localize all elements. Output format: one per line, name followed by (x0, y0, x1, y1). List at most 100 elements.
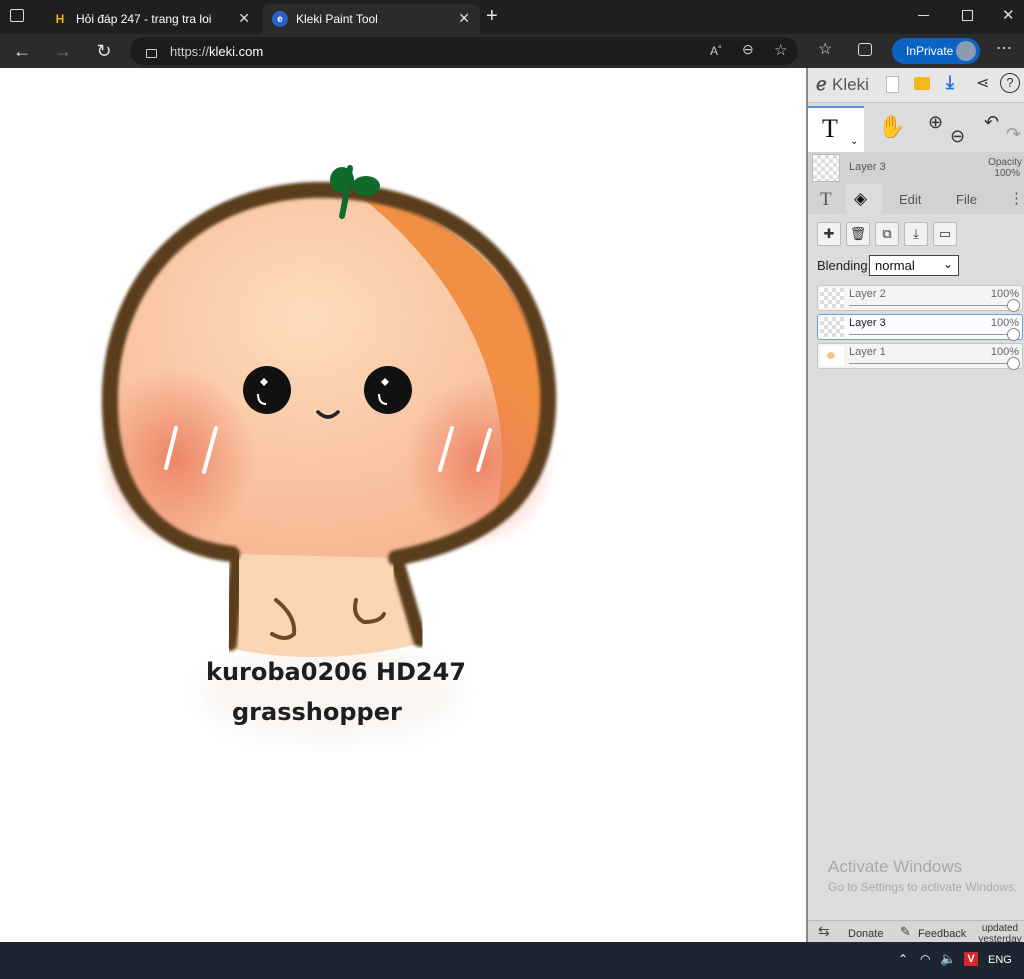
canvas-caption-line1: kuroba0206 HD247 (206, 658, 467, 686)
favorite-add-icon[interactable]: ☆ (774, 41, 787, 59)
kleki-header: ℯ Kleki ⤓ ⋖ ? (808, 68, 1024, 103)
tab-edit[interactable]: Edit (899, 192, 921, 207)
undo-icon[interactable]: ↶ (984, 112, 999, 133)
close-icon[interactable]: ✕ (458, 10, 470, 27)
share-icon[interactable]: ⋖ (976, 73, 989, 93)
forward-icon[interactable]: → (49, 35, 77, 67)
url-field[interactable]: https://kleki.com Aᵃ ⊖ ☆ (130, 37, 798, 65)
layer-item-layer-2[interactable]: Layer 2 100% (817, 285, 1023, 312)
tab-hoidap[interactable]: H Hỏi đáp 247 - trang tra loi ✕ (42, 4, 260, 34)
layers-icon: ◈ (854, 189, 868, 208)
open-folder-icon[interactable] (914, 77, 930, 90)
swap-side-icon[interactable]: ⇆ (818, 923, 830, 940)
layer-thumbnail (820, 317, 844, 337)
zoom-out-icon[interactable]: ⊖ (950, 126, 965, 147)
tab-title: Kleki Paint Tool (296, 12, 378, 26)
layer-name: Layer 2 (849, 288, 886, 300)
activate-windows-title: Activate Windows (828, 857, 963, 876)
inprivate-label: InPrivate (906, 44, 954, 58)
volume-icon[interactable]: 🔈 (940, 951, 956, 967)
chevron-down-icon[interactable]: ⌄ (850, 136, 858, 147)
panel-tabs: T ◈ Edit File ⋮ (808, 184, 1024, 214)
kleki-favicon: e (272, 11, 288, 27)
avatar (956, 41, 976, 61)
blending-value: normal (875, 258, 915, 273)
new-image-icon[interactable] (886, 76, 899, 93)
opacity-value: 100% (994, 168, 1020, 179)
text-tool-icon: T (822, 114, 838, 143)
tab-bar: H Hỏi đáp 247 - trang tra loi ✕ e Kleki … (0, 0, 1024, 34)
refresh-icon[interactable]: ↻ (90, 35, 118, 67)
close-window-icon[interactable]: ✕ (1002, 6, 1015, 24)
layer-item-layer-1[interactable]: Layer 1 100% (817, 343, 1023, 370)
close-icon[interactable]: ✕ (238, 10, 250, 27)
duplicate-layer-button[interactable]: ⧉ (875, 222, 899, 246)
drawing-canvas[interactable]: kuroba0206 HD247 grasshopper (0, 68, 806, 942)
opacity-slider-knob[interactable] (1007, 328, 1020, 341)
collections-icon[interactable] (858, 43, 872, 56)
language-indicator[interactable]: ENG (988, 954, 1012, 966)
opacity-label: Opacity (988, 157, 1022, 168)
back-icon[interactable]: ← (8, 35, 36, 67)
text-tool-button[interactable]: T ⌄ (808, 106, 864, 154)
opacity-slider-track[interactable] (849, 334, 1014, 335)
tab-text[interactable]: T (820, 189, 832, 211)
current-layer-name: Layer 3 (849, 161, 886, 173)
lock-icon (146, 49, 157, 58)
minimize-icon[interactable] (918, 15, 929, 16)
opacity-slider-knob[interactable] (1007, 299, 1020, 312)
chevron-up-icon[interactable]: ⌃ (898, 952, 908, 966)
donate-link[interactable]: Donate (848, 928, 883, 940)
hand-tool-icon[interactable]: ✋ (878, 114, 905, 140)
more-icon[interactable]: ⋯ (996, 38, 1012, 58)
address-bar: ← → ↻ https://kleki.com Aᵃ ⊖ ☆ ☆ InPriva… (0, 34, 1024, 68)
maximize-icon[interactable] (962, 10, 973, 21)
drawing-artwork (95, 165, 557, 743)
panel-footer: ⇆ Donate ✎ Feedback updated yesterday (808, 920, 1024, 945)
redo-icon[interactable]: ↷ (1006, 124, 1021, 145)
blending-label: Blending (817, 258, 868, 273)
kleki-logo: Kleki (832, 75, 869, 94)
tab-layers[interactable]: ◈ (846, 184, 882, 214)
chevron-down-icon: ⌄ (942, 257, 953, 271)
vivaldi-icon[interactable]: V (964, 952, 978, 966)
tab-actions-icon[interactable] (10, 9, 24, 22)
add-layer-button[interactable]: ✚ (817, 222, 841, 246)
layer-name: Layer 3 (849, 317, 886, 329)
kleki-sidebar: ℯ Kleki ⤓ ⋖ ? T ⌄ ✋ ⊕ ⊖ ↶ ↷ Layer 3 Opac… (806, 68, 1024, 945)
download-icon[interactable]: ⤓ (946, 72, 954, 93)
tab-kleki[interactable]: e Kleki Paint Tool ✕ (262, 4, 480, 34)
wifi-icon[interactable]: ◠ (920, 952, 930, 966)
feedback-link[interactable]: Feedback (918, 928, 966, 940)
current-layer-thumb (812, 154, 840, 182)
taskbar: ⌃ ◠ 🔈 V ENG (0, 942, 1024, 979)
tab-title: Hỏi đáp 247 - trang tra loi (76, 12, 212, 26)
rename-layer-button[interactable]: ▭ (933, 222, 957, 246)
plus-icon[interactable]: + (486, 5, 498, 28)
read-aloud-icon[interactable]: Aᵃ (710, 43, 721, 58)
zoom-in-icon[interactable]: ⊕ (928, 112, 943, 133)
hd247-favicon: H (55, 12, 65, 26)
tab-file[interactable]: File (956, 192, 977, 207)
merge-layer-button[interactable]: ⤓ (904, 222, 928, 246)
canvas-caption-line2: grasshopper (232, 698, 402, 726)
layer-thumbnail (820, 346, 844, 366)
blending-select[interactable]: normal ⌄ (869, 255, 959, 276)
inprivate-badge[interactable]: InPrivate (892, 38, 980, 64)
layer-thumbnail (820, 288, 844, 308)
feedback-icon: ✎ (900, 924, 911, 939)
layer-item-layer-3[interactable]: Layer 3 100% (817, 314, 1023, 341)
layer-name: Layer 1 (849, 346, 886, 358)
zoom-icon[interactable]: ⊖ (742, 41, 754, 58)
help-icon[interactable]: ? (1000, 73, 1020, 93)
more-vertical-icon[interactable]: ⋮ (1009, 189, 1024, 207)
opacity-slider-track[interactable] (849, 305, 1014, 306)
delete-layer-button[interactable]: 🗑 (846, 222, 870, 246)
url-text: https://kleki.com (170, 44, 264, 59)
current-layer-bar: Layer 3 Opacity 100% (808, 152, 1024, 184)
favorites-icon[interactable]: ☆ (818, 39, 832, 59)
kleki-logo-icon: ℯ (816, 74, 827, 94)
opacity-slider-knob[interactable] (1007, 357, 1020, 370)
activate-windows-subtitle: Go to Settings to activate Windows. (828, 880, 1018, 894)
opacity-slider-track[interactable] (849, 363, 1014, 364)
